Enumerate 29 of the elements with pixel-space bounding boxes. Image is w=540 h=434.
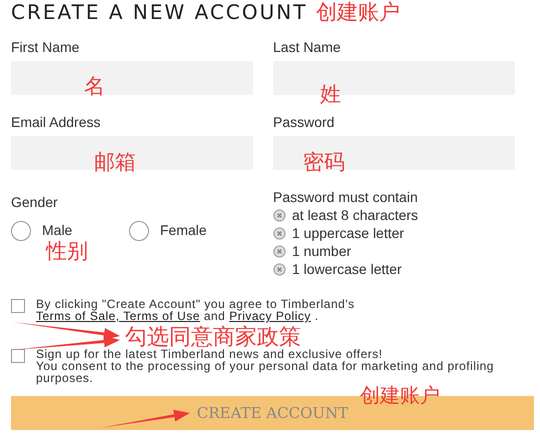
annotation-text: 名	[84, 76, 105, 97]
radio-button[interactable]	[11, 220, 31, 240]
radio-label: Male	[42, 221, 72, 240]
form-title: CREATE A NEW ACCOUNT	[11, 0, 308, 24]
radio-button[interactable]	[129, 220, 149, 240]
radio-label: Female	[160, 221, 207, 240]
field-label: Last Name	[273, 39, 341, 55]
rules-heading: Password must contain	[273, 188, 418, 206]
policy-link[interactable]: Terms of Sale, Terms of Use	[36, 309, 200, 323]
consent-note: You consent to the processing of your personal data for marketing and profiling purposes.	[36, 360, 495, 384]
annotation-text: 姓	[320, 84, 341, 105]
annotation-text: 创建账户	[316, 2, 400, 23]
checkbox[interactable]	[11, 349, 25, 363]
policy-link[interactable]: Privacy Policy	[229, 309, 311, 323]
agreement-text: Sign up for the latest Timberland news and exclusive offers!	[36, 348, 384, 360]
field-label: First Name	[11, 39, 80, 55]
annotation-text: 邮箱	[94, 152, 136, 173]
agreement-text: By clicking "Create Account" you agree to Timberland's Terms of Sale, Terms of Use and Privacy Policy .	[36, 298, 356, 322]
rule-text: 1 uppercase letter	[292, 224, 404, 242]
annotation-text: 性别	[46, 241, 88, 262]
field-label: Password	[273, 114, 334, 130]
rule-text: 1 number	[292, 242, 352, 260]
annotation-text: 勾选同意商家政策	[125, 326, 301, 348]
checkbox[interactable]	[11, 299, 25, 313]
annotation-text: 密码	[303, 152, 345, 173]
rule-text: 1 lowercase letter	[292, 260, 402, 278]
field-label: Email Address	[11, 114, 100, 130]
rule-text: at least 8 characters	[292, 206, 418, 224]
field-label: Gender	[11, 194, 58, 210]
